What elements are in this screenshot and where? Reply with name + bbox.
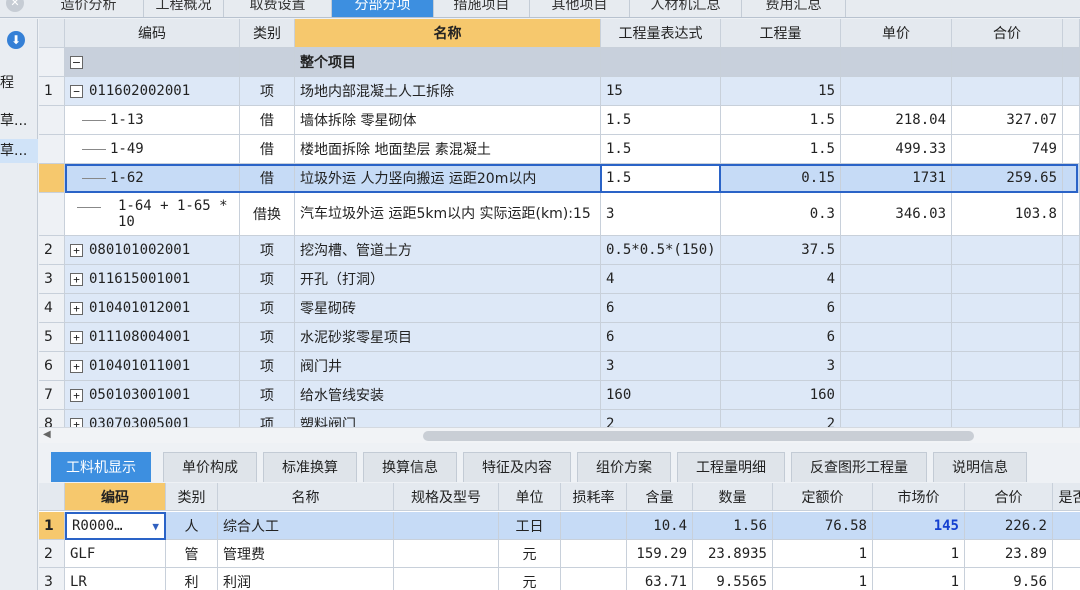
scrollbar-thumb[interactable]	[423, 431, 974, 441]
scroll-left-icon[interactable]: ◀	[43, 429, 51, 440]
header-total[interactable]: 合价	[965, 483, 1053, 511]
header-type[interactable]: 类别	[240, 19, 295, 48]
expand-icon[interactable]: +	[70, 359, 83, 373]
tree-connector	[77, 207, 101, 208]
tab-standard-conversion[interactable]: 标准换算	[263, 452, 357, 482]
table-row[interactable]: 6 +010401011001 项 阀门井 3 3	[39, 352, 1080, 381]
table-row[interactable]: 1-64 + 1-65 * 10 借换 汽车垃圾外运 运距5km以内 实际运距(…	[39, 193, 1080, 236]
dropdown-arrow-icon[interactable]: ▼	[152, 520, 159, 533]
horizontal-scrollbar[interactable]: ◀	[39, 427, 1080, 443]
tab-quantity-details[interactable]: 工程量明细	[677, 452, 785, 482]
sidebar-item[interactable]: 草...	[0, 109, 38, 133]
whole-project-name: 整个项目	[295, 48, 601, 77]
divisional-items-table: 编码 类别 名称 工程量表达式 工程量 单价 合价 − 整个项目 1 −0116…	[39, 19, 1080, 427]
tab-features-content[interactable]: 特征及内容	[463, 452, 571, 482]
table-row[interactable]: 2 +080101002001 项 挖沟槽、管道土方 0.5*0.5*(150)…	[39, 236, 1080, 265]
tab-description[interactable]: 说明信息	[933, 452, 1027, 482]
table-row[interactable]: 3 LR 利 利润 元 63.71 9.5565 1 1 9.56	[39, 568, 1080, 590]
collapse-icon[interactable]: −	[70, 84, 83, 98]
tab-pricing-scheme[interactable]: 组价方案	[577, 452, 671, 482]
header-market-price[interactable]: 市场价	[873, 483, 965, 511]
table-row[interactable]: 1-13 借 墙体拆除 零星砌体 1.5 1.5 218.04 327.07	[39, 106, 1080, 135]
table-row[interactable]: 7 +050103001001 项 给水管线安装 160 160	[39, 381, 1080, 410]
table-row-whole-project[interactable]: − 整个项目	[39, 48, 1080, 77]
header-spec[interactable]: 规格及型号	[394, 483, 499, 511]
tab-project-overview[interactable]: 工程概况	[144, 0, 224, 17]
header-name[interactable]: 名称	[218, 483, 394, 511]
table-row[interactable]: 1-49 借 楼地面拆除 地面垫层 素混凝土 1.5 1.5 499.33 74…	[39, 135, 1080, 164]
header-is[interactable]: 是否	[1053, 483, 1080, 511]
header-unit-price[interactable]: 单价	[841, 19, 952, 48]
sidebar-item[interactable]: 程	[0, 71, 38, 95]
table-row[interactable]: 2 GLF 管 管理费 元 159.29 23.8935 1 1 23.89	[39, 540, 1080, 568]
tab-labor-material-display[interactable]: 工料机显示	[51, 452, 151, 482]
table-header: 编码 类别 名称 规格及型号 单位 损耗率 含量 数量 定额价 市场价 合价 是…	[39, 483, 1080, 511]
header-expression[interactable]: 工程量表达式	[601, 19, 721, 48]
tree-connector	[82, 119, 106, 121]
table-row[interactable]: 3 +011615001001 项 开孔（打洞） 4 4	[39, 265, 1080, 294]
table-row-selected[interactable]: 1 R0000… ▼ 人 综合人工 工日 10.4 1.56 76.58 145 …	[39, 512, 1080, 540]
header-quantity[interactable]: 工程量	[721, 19, 841, 48]
left-sidebar: ⬇ 程 草... 草...	[0, 19, 38, 590]
tab-cost-summary[interactable]: 费用汇总	[742, 0, 846, 17]
tab-fee-settings[interactable]: 取费设置	[224, 0, 332, 17]
labor-material-table: 编码 类别 名称 规格及型号 单位 损耗率 含量 数量 定额价 市场价 合价 是…	[39, 483, 1080, 590]
header-code[interactable]: 编码	[65, 483, 166, 511]
header-content[interactable]: 含量	[627, 483, 693, 511]
expand-icon[interactable]: +	[70, 330, 83, 344]
expand-icon[interactable]: +	[70, 388, 83, 402]
tab-cost-analysis[interactable]: 造价分析	[34, 0, 144, 17]
tab-conversion-info[interactable]: 换算信息	[363, 452, 457, 482]
header-type[interactable]: 类别	[166, 483, 218, 511]
tab-other-items[interactable]: 其他项目	[530, 0, 630, 17]
tab-measure-items[interactable]: 措施项目	[434, 0, 530, 17]
tree-connector	[82, 177, 106, 179]
table-row[interactable]: 4 +010401012001 项 零星砌砖 6 6	[39, 294, 1080, 323]
tab-labor-material-summary[interactable]: 人材机汇总	[630, 0, 742, 17]
header-total-price[interactable]: 合价	[952, 19, 1063, 48]
row-number-header	[39, 19, 65, 48]
header-loss-rate[interactable]: 损耗率	[561, 483, 627, 511]
table-row[interactable]: 5 +011108004001 项 水泥砂浆零星项目 6 6	[39, 323, 1080, 352]
tab-unit-price-composition[interactable]: 单价构成	[163, 452, 257, 482]
table-row[interactable]: 8 +030703005001 项 塑料阀门 2 2	[39, 410, 1080, 427]
expand-icon[interactable]: +	[70, 301, 83, 315]
table-row-selected[interactable]: 1-62 借 垃圾外运 人力竖向搬运 运距20m以内 1.5 0.15 1731…	[39, 164, 1080, 193]
tab-divisional-items[interactable]: 分部分项	[332, 0, 434, 17]
collapse-icon[interactable]: −	[70, 55, 83, 69]
download-icon[interactable]: ⬇	[7, 31, 25, 49]
top-tab-bar: ✕ 造价分析 工程概况 取费设置 分部分项 措施项目 其他项目 人材机汇总 费用…	[0, 0, 1080, 18]
expand-icon[interactable]: +	[70, 243, 83, 257]
header-name[interactable]: 名称	[295, 19, 601, 48]
header-quantity[interactable]: 数量	[693, 483, 773, 511]
header-code[interactable]: 编码	[65, 19, 240, 48]
sidebar-item-selected[interactable]: 草...	[0, 139, 38, 163]
table-header: 编码 类别 名称 工程量表达式 工程量 单价 合价	[39, 19, 1080, 48]
expand-icon[interactable]: +	[70, 417, 83, 427]
header-unit[interactable]: 单位	[499, 483, 561, 511]
tab-reverse-graphic-quantity[interactable]: 反查图形工程量	[791, 452, 927, 482]
header-filler	[1063, 19, 1080, 48]
detail-tab-bar: 工料机显示 单价构成 标准换算 换算信息 特征及内容 组价方案 工程量明细 反查…	[39, 443, 1080, 483]
table-row[interactable]: 1 −011602002001 项 场地内部混凝土人工拆除 15 15	[39, 77, 1080, 106]
expand-icon[interactable]: +	[70, 272, 83, 286]
header-quota-price[interactable]: 定额价	[773, 483, 873, 511]
close-icon[interactable]: ✕	[6, 0, 24, 12]
tree-connector	[82, 148, 106, 150]
